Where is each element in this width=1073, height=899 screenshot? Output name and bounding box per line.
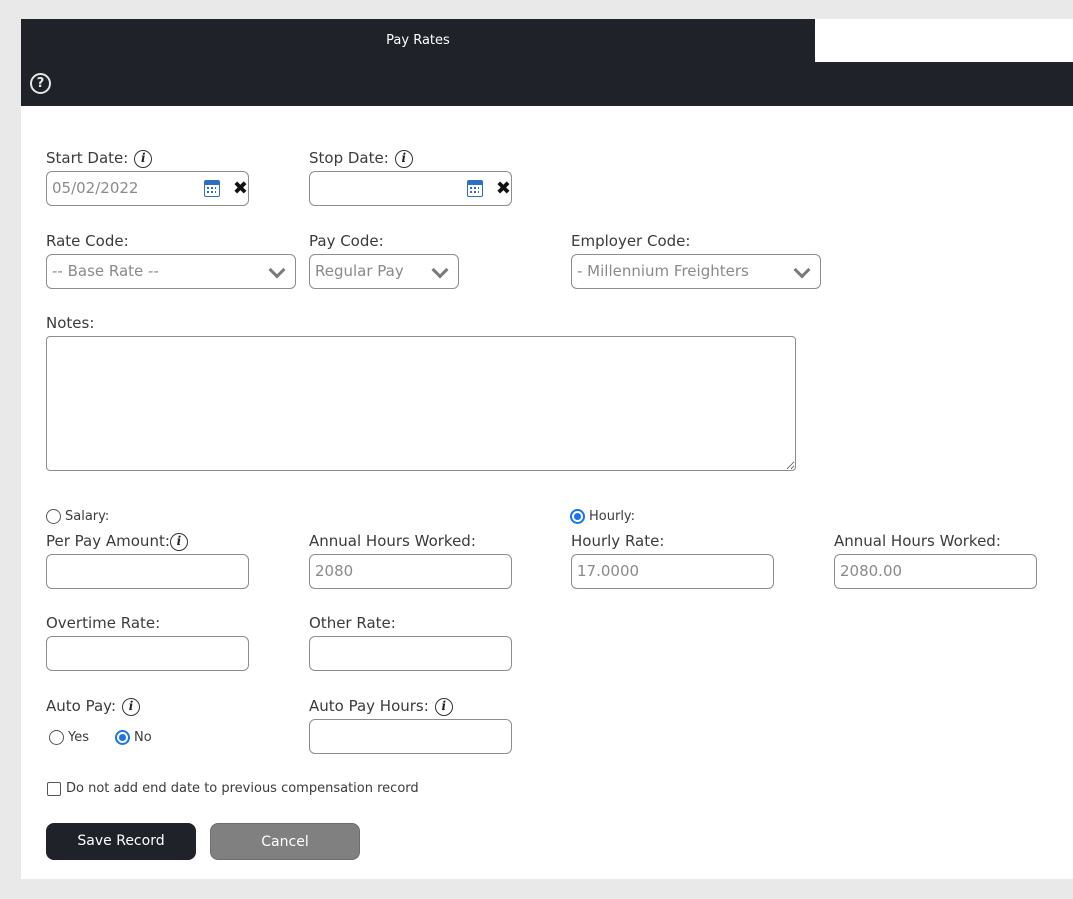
auto-pay-hours-label: Auto Pay Hours: i (309, 697, 453, 716)
start-date-info-icon[interactable]: i (134, 149, 153, 168)
annual-hours-hourly-input[interactable]: 2080.00 (834, 554, 1037, 589)
pay-rates-panel: Pay Rates ? Start Date: i 05/02/2022 ✖ St… (21, 19, 1073, 879)
help-icon[interactable]: ? (30, 73, 51, 94)
other-rate-input[interactable] (309, 636, 512, 671)
clear-icon[interactable]: ✖ (233, 174, 248, 204)
clear-icon[interactable]: ✖ (496, 174, 511, 204)
start-date-input[interactable]: 05/02/2022 ✖ (46, 171, 249, 206)
auto-pay-info-icon[interactable]: i (122, 697, 140, 716)
pay-code-select[interactable]: Regular Pay (309, 254, 459, 289)
chevron-down-icon (268, 261, 286, 279)
hourly-option[interactable]: Hourly: (570, 506, 635, 525)
auto-pay-no-option[interactable]: No (115, 727, 152, 746)
rate-code-label: Rate Code: (46, 232, 129, 250)
annual-hours-hourly-label: Annual Hours Worked: (834, 532, 1001, 550)
overtime-rate-input[interactable] (46, 636, 249, 671)
toolbar: ? (21, 62, 1073, 106)
per-pay-amount-label: Per Pay Amount: i (46, 532, 188, 551)
chevron-down-icon (431, 261, 449, 279)
hourly-radio[interactable] (570, 509, 585, 524)
notes-textarea[interactable] (46, 336, 796, 471)
header-blank-area (815, 19, 1073, 62)
notes-label: Notes: (46, 314, 95, 332)
annual-hours-salary-input[interactable]: 2080 (309, 554, 512, 589)
auto-pay-hours-info-icon[interactable]: i (434, 697, 453, 716)
auto-pay-hours-input[interactable] (309, 719, 512, 754)
rate-code-select[interactable]: -- Base Rate -- (46, 254, 296, 289)
stop-date-label: Stop Date: i (309, 149, 413, 168)
per-pay-amount-info-icon[interactable]: i (169, 532, 188, 551)
hourly-rate-input[interactable]: 17.0000 (571, 554, 774, 589)
auto-pay-label: Auto Pay: i (46, 697, 140, 716)
auto-pay-yes-radio[interactable] (49, 730, 64, 745)
auto-pay-no-radio[interactable] (115, 730, 130, 745)
pay-code-label: Pay Code: (309, 232, 384, 250)
employer-code-select[interactable]: - Millennium Freighters (571, 254, 821, 289)
no-end-date-option[interactable]: Do not add end date to previous compensa… (47, 778, 419, 797)
no-end-date-checkbox[interactable] (47, 781, 61, 796)
salary-radio[interactable] (46, 509, 61, 524)
annual-hours-salary-label: Annual Hours Worked: (309, 532, 476, 550)
auto-pay-yes-option[interactable]: Yes (49, 727, 89, 746)
employer-code-label: Employer Code: (571, 232, 691, 250)
overtime-rate-label: Overtime Rate: (46, 614, 161, 632)
salary-option[interactable]: Salary: (46, 506, 109, 525)
per-pay-amount-input[interactable] (46, 554, 249, 589)
hourly-rate-label: Hourly Rate: (571, 532, 665, 550)
page-title: Pay Rates (21, 19, 815, 62)
start-date-label: Start Date: i (46, 149, 153, 168)
chevron-down-icon (793, 261, 811, 279)
calendar-icon[interactable] (467, 180, 483, 197)
save-record-button[interactable]: Save Record (46, 823, 196, 860)
calendar-icon[interactable] (204, 180, 220, 197)
stop-date-input[interactable]: ✖ (309, 171, 512, 206)
other-rate-label: Other Rate: (309, 614, 396, 632)
stop-date-info-icon[interactable]: i (394, 149, 413, 168)
cancel-button[interactable]: Cancel (210, 823, 360, 860)
